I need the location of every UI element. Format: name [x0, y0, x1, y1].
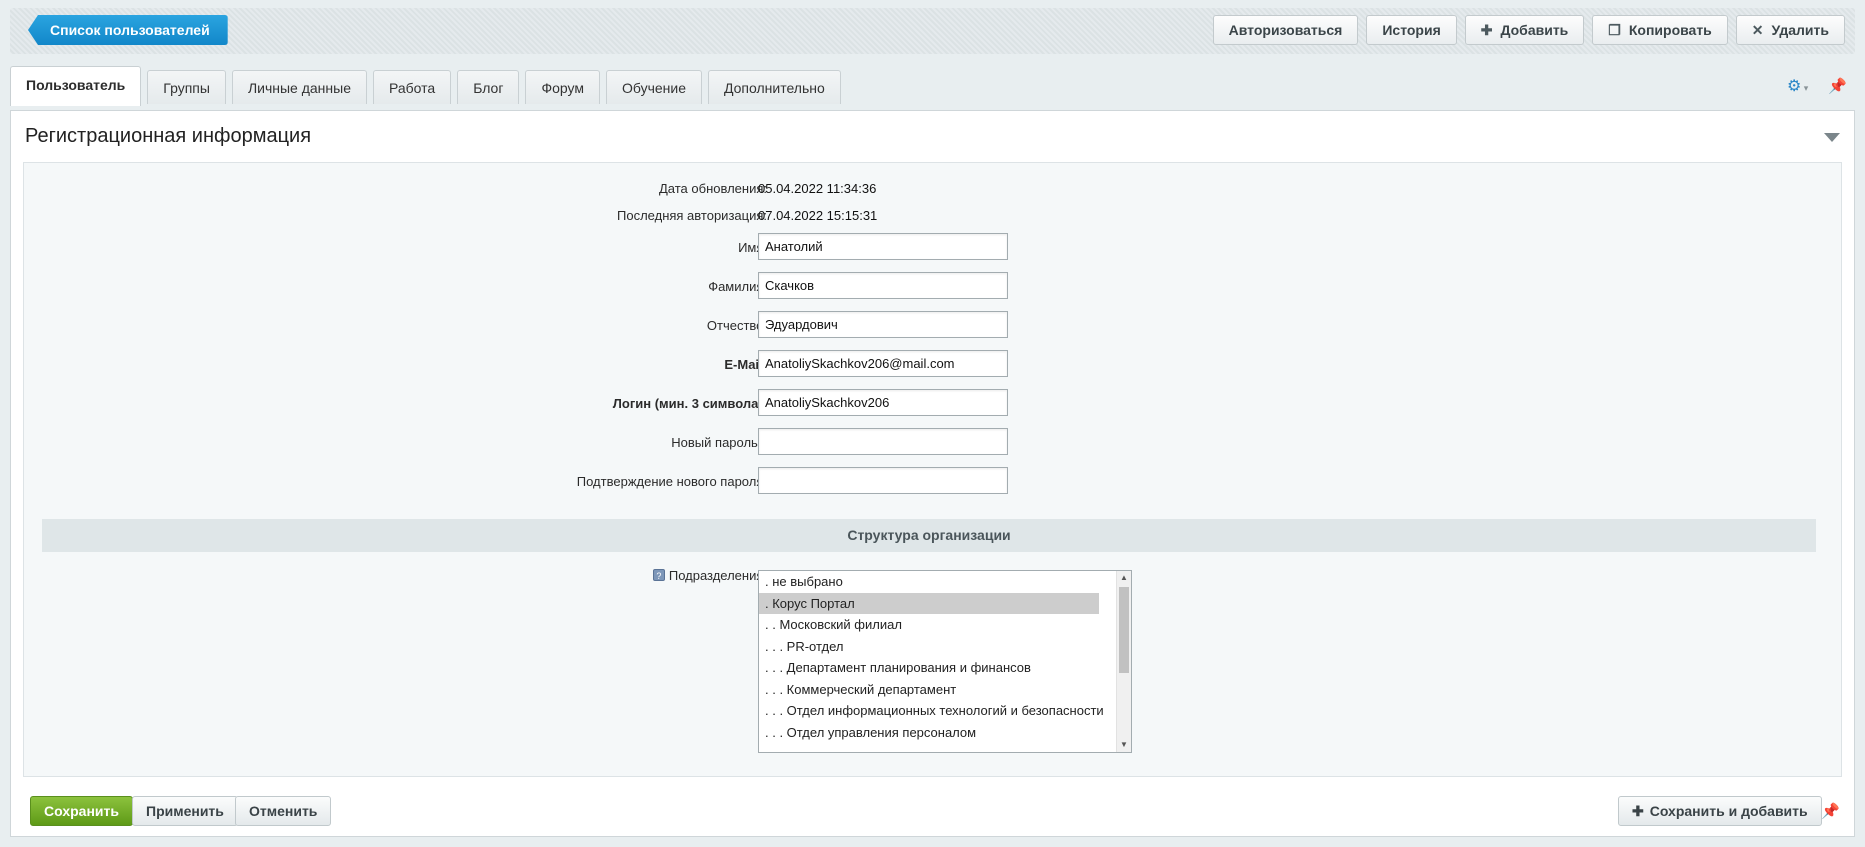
add-button[interactable]: ✚ Добавить	[1464, 15, 1585, 45]
listbox-scrollbar[interactable]: ▲ ▼	[1116, 571, 1131, 752]
user-list-back-button[interactable]: Список пользователей	[28, 15, 228, 45]
new-password-label-wrap: Новый пароль:1	[167, 432, 767, 450]
name-row: Имя:	[24, 233, 1841, 261]
help-icon[interactable]: ?	[652, 569, 665, 581]
authorize-label: Авторизоваться	[1228, 22, 1343, 38]
login-field[interactable]	[758, 389, 1008, 416]
patronymic-field[interactable]	[758, 311, 1008, 338]
gear-icon[interactable]: ⚙ ▾	[1787, 76, 1808, 96]
email-row: E-Mail:	[24, 350, 1841, 378]
copy-icon: ❐	[1608, 22, 1621, 38]
history-button[interactable]: История	[1366, 15, 1457, 45]
new-password-label: Новый пароль:	[671, 435, 762, 450]
last-auth-value: 07.04.2022 15:15:31	[758, 208, 878, 223]
tab-bar: Пользователь Группы Личные данные Работа…	[10, 66, 841, 106]
confirm-password-label: Подтверждение нового пароля:	[576, 474, 767, 489]
collapse-icon[interactable]	[1824, 133, 1840, 142]
email-label: E-Mail:	[724, 357, 767, 372]
tab-forum[interactable]: Форум	[525, 70, 600, 104]
patronymic-row: Отчество:	[24, 311, 1841, 339]
scroll-thumb[interactable]	[1119, 587, 1129, 673]
delete-button[interactable]: ✕ Удалить	[1735, 15, 1845, 45]
surname-field[interactable]	[758, 272, 1008, 299]
tab-learning[interactable]: Обучение	[605, 70, 702, 104]
save-and-add-label: Сохранить и добавить	[1649, 803, 1808, 819]
new-password-row: Новый пароль:1	[24, 428, 1841, 456]
updated-label: Дата обновления:	[659, 181, 767, 196]
org-structure-heading: Структура организации	[42, 519, 1816, 552]
section-title: Регистрационная информация	[25, 125, 312, 147]
authorize-button[interactable]: Авторизоваться	[1212, 15, 1359, 45]
copy-label: Копировать	[1628, 22, 1712, 38]
plus-icon: ✚	[1480, 22, 1493, 38]
departments-label: Подразделения:	[668, 568, 767, 583]
pin-icon[interactable]: 📌	[1828, 77, 1847, 95]
tab-personal-data[interactable]: Личные данные	[231, 70, 367, 104]
last-auth-label: Последняя авторизация:	[617, 208, 767, 223]
name-field[interactable]	[758, 233, 1008, 260]
departments-label-wrap: ? Подразделения:	[167, 568, 767, 583]
name-label: Имя:	[738, 240, 767, 255]
close-icon: ✕	[1751, 22, 1764, 38]
surname-row: Фамилия:	[24, 272, 1841, 300]
confirm-password-row: Подтверждение нового пароля:	[24, 467, 1841, 495]
save-button[interactable]: Сохранить	[30, 796, 133, 826]
top-toolbar: Список пользователей Авторизоваться Исто…	[10, 8, 1855, 54]
toolbar-actions: Авторизоваться История ✚ Добавить ❐ Копи…	[1212, 15, 1845, 45]
save-and-add-button[interactable]: ✚ Сохранить и добавить	[1618, 796, 1822, 826]
tab-work[interactable]: Работа	[372, 70, 452, 104]
history-label: История	[1382, 22, 1441, 38]
list-item[interactable]: . . . Департамент планирования и финансо…	[759, 657, 1099, 679]
list-item[interactable]: . не выбрано	[759, 571, 1099, 593]
scroll-up-icon[interactable]: ▲	[1117, 571, 1131, 585]
list-item[interactable]: . . . Отдел управления персоналом	[759, 722, 1099, 744]
cancel-button[interactable]: Отменить	[235, 796, 332, 826]
new-password-field[interactable]	[758, 428, 1008, 455]
tab-additional[interactable]: Дополнительно	[708, 70, 841, 104]
delete-label: Удалить	[1771, 22, 1829, 38]
surname-label: Фамилия:	[708, 279, 767, 294]
tab-blog[interactable]: Блог	[457, 70, 520, 104]
plus-icon: ✚	[1632, 803, 1644, 819]
login-label: Логин (мин. 3 символа):	[612, 396, 767, 411]
apply-button[interactable]: Применить	[132, 796, 238, 826]
pin-icon[interactable]: 📌	[1821, 802, 1840, 820]
updated-value: 05.04.2022 11:34:36	[758, 181, 877, 196]
tab-user[interactable]: Пользователь	[10, 66, 142, 106]
email-field[interactable]	[758, 350, 1008, 377]
list-item-selected[interactable]: . Корус Портал	[759, 592, 1099, 614]
list-item[interactable]: . . . Отдел информационных технологий и …	[759, 700, 1104, 722]
confirm-password-field[interactable]	[758, 467, 1008, 494]
updated-row: Дата обновления: 05.04.2022 11:34:36	[24, 181, 1841, 209]
list-item[interactable]: . . . PR-отдел	[759, 636, 1099, 658]
scroll-down-icon[interactable]: ▼	[1117, 738, 1131, 752]
tab-groups[interactable]: Группы	[147, 70, 226, 104]
patronymic-label: Отчество:	[706, 318, 767, 333]
form-content: Дата обновления: 05.04.2022 11:34:36 Пос…	[23, 162, 1842, 777]
departments-listbox[interactable]: . не выбрано . Корус Портал . . Московск…	[758, 570, 1132, 753]
add-label: Добавить	[1500, 22, 1569, 38]
list-item[interactable]: . . Московский филиал	[759, 614, 1099, 636]
main-panel: Регистрационная информация Дата обновлен…	[10, 110, 1855, 837]
last-auth-row: Последняя авторизация: 07.04.2022 15:15:…	[24, 208, 1841, 236]
list-item[interactable]: . . . Коммерческий департамент	[759, 679, 1099, 701]
copy-button[interactable]: ❐ Копировать	[1592, 15, 1728, 45]
login-row: Логин (мин. 3 символа):	[24, 389, 1841, 417]
tab-tools: ⚙ ▾ 📌	[1787, 76, 1847, 96]
